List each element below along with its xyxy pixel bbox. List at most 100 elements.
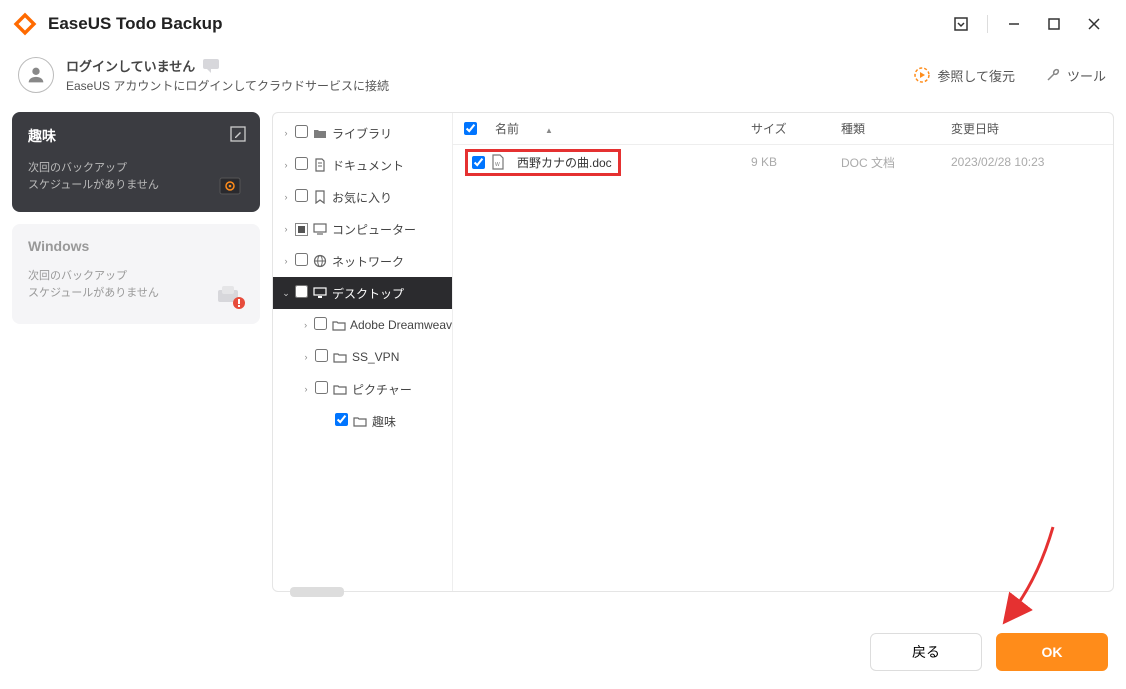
task-card-title: Windows (28, 238, 244, 254)
close-button[interactable] (1074, 4, 1114, 44)
browse-restore-button[interactable]: 参照して復元 (913, 66, 1015, 85)
file-name: 西野カナの曲.doc (517, 154, 612, 171)
expand-chevron-icon[interactable]: › (281, 192, 291, 202)
chat-icon (203, 59, 219, 73)
tree-checkbox[interactable] (315, 349, 328, 365)
user-row: ログインしていません EaseUS アカウントにログインしてクラウドサービスに接… (0, 48, 1126, 112)
dropdown-button[interactable] (941, 4, 981, 44)
tree-checkbox[interactable] (295, 285, 308, 301)
tools-button[interactable]: ツール (1045, 66, 1106, 85)
expand-chevron-icon[interactable]: ⌄ (281, 288, 291, 299)
file-date: 2023/02/28 10:23 (943, 155, 1113, 169)
tree-checkbox[interactable] (295, 125, 308, 141)
sort-asc-icon: ▲ (545, 126, 553, 135)
folder-o-icon (331, 319, 346, 331)
tree-item-label: コンピューター (332, 221, 416, 238)
login-hint: EaseUS アカウントにログインしてクラウドサービスに接続 (66, 77, 389, 94)
horizontal-scrollbar[interactable] (290, 587, 344, 597)
main-area: 趣味 次回のバックアップ スケジュールがありません Windows 次回のバック… (0, 112, 1126, 592)
restore-icon (913, 66, 931, 84)
tree-item-label: お気に入り (332, 189, 392, 206)
edit-icon[interactable] (230, 126, 246, 142)
expand-chevron-icon[interactable]: › (281, 160, 291, 170)
tree-item-label: ピクチャー (352, 381, 412, 398)
drive-warning-icon (216, 284, 246, 310)
header-date[interactable]: 変更日時 (943, 120, 1113, 137)
tools-label: ツール (1067, 66, 1106, 85)
fav-icon (312, 190, 328, 204)
header-type[interactable]: 種類 (833, 120, 943, 137)
header-name[interactable]: 名前▲ (487, 120, 743, 137)
ok-button[interactable]: OK (996, 633, 1108, 671)
header-check[interactable] (453, 122, 487, 135)
tree-item[interactable]: › ピクチャー (273, 373, 452, 405)
tree-item[interactable]: 趣味 (273, 405, 452, 437)
separator (987, 15, 988, 33)
tree-item-label: デスクトップ (332, 285, 404, 302)
file-type: DOC 文档 (833, 154, 943, 171)
avatar-icon[interactable] (18, 57, 54, 93)
login-status: ログインしていません (66, 56, 195, 75)
expand-chevron-icon[interactable]: › (301, 384, 311, 394)
login-block[interactable]: ログインしていません EaseUS アカウントにログインしてクラウドサービスに接… (66, 56, 389, 94)
folder-o-icon (332, 383, 348, 395)
folder-o-icon (332, 351, 348, 363)
tree-checkbox[interactable] (315, 381, 328, 397)
expand-chevron-icon[interactable]: › (281, 256, 291, 266)
minimize-button[interactable] (994, 4, 1034, 44)
expand-chevron-icon[interactable]: › (301, 320, 310, 330)
desktop-icon (312, 287, 328, 299)
tree-checkbox[interactable] (295, 157, 308, 173)
computer-icon (312, 223, 328, 235)
tree-checkbox[interactable] (295, 222, 308, 236)
folder-tree[interactable]: ›ライブラリ›ドキュメント›お気に入り›コンピューター›ネットワーク⌄デスクトッ… (273, 113, 453, 591)
file-row[interactable]: W 西野カナの曲.doc 9 KBDOC 文档2023/02/28 10:23 (453, 145, 1113, 179)
app-logo-icon (12, 11, 38, 37)
tree-item[interactable]: › ドキュメント (273, 149, 452, 181)
tree-checkbox[interactable] (314, 317, 327, 333)
file-checkbox[interactable] (472, 156, 485, 169)
task-card-selected[interactable]: 趣味 次回のバックアップ スケジュールがありません (12, 112, 260, 212)
maximize-button[interactable] (1034, 4, 1074, 44)
svg-text:W: W (495, 162, 500, 168)
doc-icon (312, 158, 328, 172)
tree-checkbox[interactable] (335, 413, 348, 429)
header-size[interactable]: サイズ (743, 120, 833, 137)
tree-item[interactable]: › SS_VPN (273, 341, 452, 373)
task-cards: 趣味 次回のバックアップ スケジュールがありません Windows 次回のバック… (12, 112, 260, 592)
task-card-title: 趣味 (28, 126, 244, 146)
expand-chevron-icon[interactable]: › (281, 224, 291, 234)
file-size: 9 KB (743, 155, 833, 169)
tree-item[interactable]: ›ライブラリ (273, 117, 452, 149)
back-button[interactable]: 戻る (870, 633, 982, 671)
tree-item[interactable]: › ネットワーク (273, 245, 452, 277)
task-card-line1: 次回のバックアップ (28, 268, 244, 285)
task-card-line1: 次回のバックアップ (28, 160, 244, 177)
file-list: 名前▲ サイズ 種類 変更日時 W 西野カナの曲.doc 9 KBDOC 文档202… (453, 113, 1113, 591)
task-card[interactable]: Windows 次回のバックアップ スケジュールがありません (12, 224, 260, 324)
file-picker-panel: ›ライブラリ›ドキュメント›お気に入り›コンピューター›ネットワーク⌄デスクトッ… (272, 112, 1114, 592)
folder-o-icon (352, 415, 368, 427)
file-list-header: 名前▲ サイズ 種類 変更日時 (453, 113, 1113, 145)
network-icon (312, 254, 328, 268)
tree-checkbox[interactable] (295, 189, 308, 205)
tree-item-label: 趣味 (372, 413, 396, 430)
wrench-icon (1045, 67, 1061, 83)
app-title: EaseUS Todo Backup (48, 14, 941, 34)
safe-icon (218, 174, 246, 198)
tree-item[interactable]: › Adobe Dreamweav (273, 309, 452, 341)
tree-item-label: ドキュメント (332, 157, 404, 174)
expand-chevron-icon[interactable]: › (281, 128, 291, 138)
tree-item[interactable]: ⌄ デスクトップ (273, 277, 452, 309)
footer-buttons: 戻る OK (870, 633, 1108, 671)
tree-item[interactable]: › コンピューター (273, 213, 452, 245)
highlight-box: W 西野カナの曲.doc (465, 149, 621, 176)
expand-chevron-icon[interactable]: › (301, 352, 311, 362)
tree-item-label: SS_VPN (352, 350, 399, 364)
task-card-line2: スケジュールがありません (28, 285, 244, 302)
tree-item[interactable]: › お気に入り (273, 181, 452, 213)
tree-checkbox[interactable] (295, 253, 308, 269)
tree-item-label: ネットワーク (332, 253, 404, 270)
doc-file-icon: W (491, 154, 505, 170)
tree-item-label: Adobe Dreamweav (350, 318, 452, 332)
